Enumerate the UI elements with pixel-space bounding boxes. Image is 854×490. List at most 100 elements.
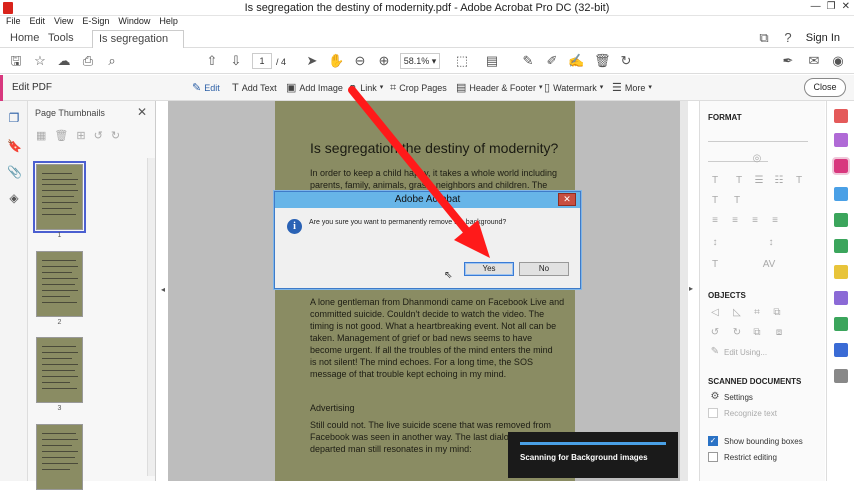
rotate-cw-object-icon[interactable]: ↻ [730,327,744,339]
collapse-left-panel-icon[interactable]: ◂ [158,270,168,310]
email-icon[interactable]: ✉ [806,53,822,69]
bulleted-list-icon[interactable]: ☰ [752,175,766,187]
page-thumbnails-icon[interactable]: ❐ [7,111,21,125]
attachments-icon[interactable]: 📎 [7,165,22,179]
italic-style-icon[interactable]: T [732,175,746,187]
character-spacing-icon[interactable]: AV [762,259,776,271]
header-footer-button[interactable]: ▤ Header & Footer ▾ [456,81,542,95]
thumbnail-page-4[interactable] [36,424,83,490]
sign-in-link[interactable]: Sign In [806,32,840,44]
insert-page-icon[interactable]: ⊞ [76,129,85,145]
delete-page-icon[interactable]: 🗑 [54,129,68,145]
print-icon[interactable]: ⎙ [80,53,96,69]
bookmark-star-icon[interactable]: ☆ [32,53,48,69]
zoom-select[interactable]: 58.1% ▾ [400,53,440,69]
crop-object-icon[interactable]: ⌗ [750,307,764,319]
document-scrollbar[interactable] [680,101,688,481]
show-bounding-boxes-checkbox[interactable]: ✓ [708,436,718,446]
thumbnail-scrollbar[interactable] [147,158,155,476]
font-family-select[interactable] [708,141,808,142]
comment-tool-icon[interactable] [834,265,848,279]
crop-pages-button[interactable]: ⌗ Crop Pages [390,81,447,95]
tab-home[interactable]: Home [10,30,39,48]
more-tools-icon[interactable] [834,369,848,383]
create-pdf-tool-icon[interactable] [834,187,848,201]
arrange-icon[interactable]: ⧉ [750,327,764,339]
restrict-editing-checkbox[interactable] [708,452,718,462]
add-text-button[interactable]: T Add Text [232,81,277,95]
menu-file[interactable]: File [6,16,21,28]
create-pdf-icon[interactable] [834,133,848,147]
paragraph-spacing-icon[interactable]: ↕ [764,237,778,249]
align-left-icon[interactable]: ≡ [708,215,722,227]
dialog-close-icon[interactable]: ✕ [558,193,576,206]
align-center-icon[interactable]: ≡ [728,215,742,227]
menu-view[interactable]: View [54,16,73,28]
more-button[interactable]: ☰ More ▾ [612,81,652,95]
rotate-icon[interactable]: ↻ [618,53,634,69]
align-right-icon[interactable]: ≡ [748,215,762,227]
page-number-field[interactable]: 1 [252,53,272,69]
close-edit-button[interactable]: Close [804,78,846,97]
sign-pen-icon[interactable]: ✒ [780,53,796,69]
scan-ocr-icon[interactable] [834,317,848,331]
export-pdf-icon[interactable] [834,109,848,123]
close-window-icon[interactable]: ✕ [842,1,850,12]
replace-image-icon[interactable]: ⧉ [770,307,784,319]
horizontal-scale-icon[interactable]: T [708,259,722,271]
menu-esign[interactable]: E-Sign [82,16,109,28]
tab-tools[interactable]: Tools [48,30,74,48]
thumbnail-page-1[interactable] [33,161,86,233]
close-panel-icon[interactable]: ✕ [137,105,147,119]
page-fit-icon[interactable]: ⬚ [454,53,470,69]
previous-page-icon[interactable]: ⇧ [204,53,220,69]
fill-sign-tool-icon[interactable] [834,291,848,305]
options-icon[interactable]: ▦ [36,129,46,145]
search-icon[interactable]: ⌕ [104,53,120,69]
flip-horizontal-icon[interactable]: ◁ [708,307,722,319]
organize-pages-icon[interactable] [834,239,848,253]
underline-icon[interactable]: T [708,195,722,207]
zoom-out-icon[interactable]: ⊖ [352,53,368,69]
hand-tool-icon[interactable]: ✋ [328,53,344,69]
upload-cloud-icon[interactable]: ☁ [56,53,72,69]
text-style-icon[interactable]: T [708,175,722,187]
protect-icon[interactable] [834,343,848,357]
trash-icon[interactable]: 🗑 [594,53,611,69]
share-screen-icon[interactable]: ⧉ [756,30,772,46]
collapse-right-panel-icon[interactable]: ▸ [689,284,693,293]
help-icon[interactable]: ? [780,30,796,46]
edit-pdf-tool-icon[interactable] [832,157,850,175]
add-image-button[interactable]: ▣ Add Image [286,81,343,95]
menu-help[interactable]: Help [159,16,178,28]
select-cursor-icon[interactable]: ➤ [304,53,320,69]
fill-sign-icon[interactable]: ✍ [568,53,584,69]
scan-settings-link[interactable]: Settings [724,393,753,402]
save-icon[interactable]: 🖫 [8,53,24,69]
rotate-ccw-icon[interactable]: ↺ [94,129,103,145]
text-color-icon[interactable]: ◎ [750,153,764,165]
numbered-list-icon[interactable]: ☷ [772,175,786,187]
justify-icon[interactable]: ≡ [768,215,782,227]
next-page-icon[interactable]: ⇩ [228,53,244,69]
recognize-text-checkbox[interactable] [708,408,718,418]
restore-icon[interactable]: ❐ [827,1,836,12]
bookmarks-icon[interactable]: 🔖 [7,139,22,153]
thumbnail-page-2[interactable] [36,251,83,317]
account-icon[interactable]: ◉ [830,53,846,69]
link-button[interactable]: ⚭ Link ▾ [348,81,383,95]
rotate-ccw-object-icon[interactable]: ↺ [708,327,722,339]
menu-edit[interactable]: Edit [30,16,46,28]
menu-window[interactable]: Window [118,16,150,28]
edit-button[interactable]: ✎ Edit [192,81,220,95]
scroll-mode-icon[interactable]: ▤ [484,53,500,69]
tab-document[interactable]: Is segregation the ... ✕ [92,30,184,61]
line-spacing-icon[interactable]: ↕ [708,237,722,249]
comment-icon[interactable]: ✎ [520,53,536,69]
layers-icon[interactable]: ◈ [7,191,21,205]
no-button[interactable]: No [519,262,569,276]
minimize-icon[interactable]: — [811,1,821,12]
subscript-icon[interactable]: T [730,195,744,207]
align-objects-icon[interactable]: ⧈ [772,327,786,339]
yes-button[interactable]: Yes [464,262,514,276]
